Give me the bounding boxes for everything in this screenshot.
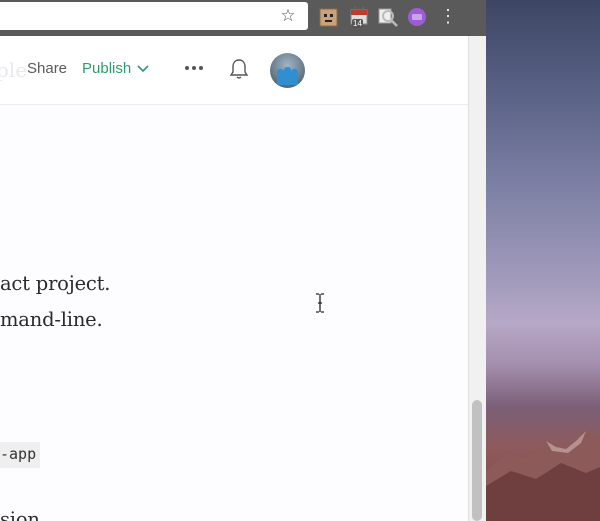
article-line[interactable]: act project. — [0, 272, 110, 295]
avatar-figure — [284, 67, 291, 85]
article-line[interactable]: sion — [0, 508, 40, 521]
inline-code[interactable]: -app — [0, 442, 41, 468]
chevron-down-icon — [137, 64, 149, 72]
user-avatar[interactable] — [270, 53, 305, 88]
desktop-wallpaper — [486, 0, 600, 521]
text-cursor-icon — [314, 293, 326, 313]
address-bar[interactable]: ☆ — [0, 2, 308, 30]
pixel-face-extension-icon[interactable] — [318, 6, 340, 28]
mountain-image — [486, 431, 600, 521]
editor-header: ple Share Publish — [0, 36, 468, 105]
notifications-bell-icon[interactable] — [229, 58, 249, 80]
search-extension-icon[interactable] — [377, 6, 399, 28]
article-line[interactable]: mand-line. — [0, 308, 103, 331]
publish-label: Publish — [82, 60, 132, 77]
avatar-figure — [291, 69, 298, 85]
browser-menu-icon[interactable]: ⋮ — [438, 6, 458, 28]
publish-button[interactable]: Publish — [82, 60, 149, 77]
share-button[interactable]: Share — [27, 60, 67, 77]
purple-extension-icon[interactable] — [406, 6, 428, 28]
editor-page: ple Share Publish act project. mand-line… — [0, 36, 468, 521]
ghost-title: ple — [0, 58, 28, 82]
browser-window: ☆ 14 ⋮ ple Share Publish act project. ma… — [0, 0, 486, 521]
browser-toolbar: ☆ 14 ⋮ — [0, 0, 486, 36]
bookmark-star-icon[interactable]: ☆ — [279, 7, 297, 25]
avatar-figure — [277, 69, 284, 85]
more-options-icon[interactable] — [184, 58, 204, 78]
scrollbar-thumb[interactable] — [472, 400, 482, 521]
calendar-badge: 14 — [352, 19, 363, 28]
